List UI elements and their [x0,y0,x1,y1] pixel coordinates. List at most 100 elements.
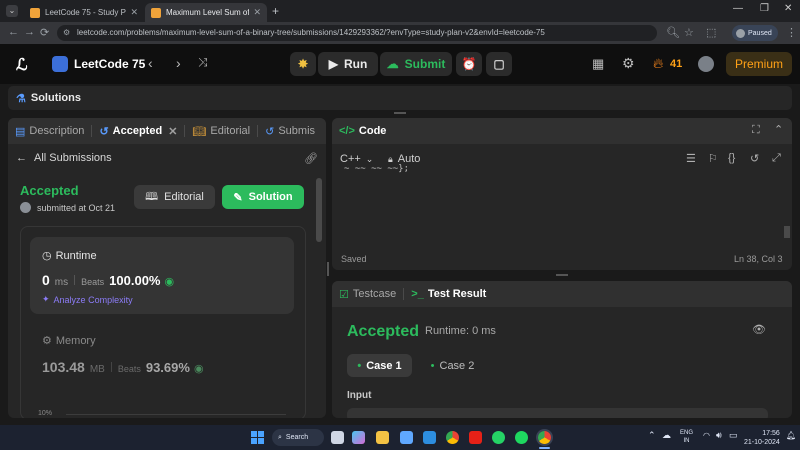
tray-overflow-icon[interactable]: ⌃ [648,430,656,441]
collapse-icon[interactable]: ⌃ [774,123,783,136]
url-field[interactable]: ⚙ leetcode.com/problems/maximum-level-su… [57,25,657,41]
streak-fire-icon[interactable]: 🔥︎ [653,55,663,72]
link-icon[interactable]: 🔗︎ [304,152,318,165]
eye-icon[interactable]: 👁︎ [752,323,766,336]
format-icon[interactable]: ☰ [686,152,696,165]
bookmark-icon[interactable]: ⚐ [708,152,718,165]
solutions-bar[interactable]: ⚗ Solutions [8,86,792,110]
run-button[interactable]: ▶ Run [318,52,378,76]
debug-button[interactable]: ✸ [290,52,316,76]
settings-gear-icon[interactable]: ⚙ [622,55,635,72]
file-explorer-icon[interactable] [376,431,389,444]
close-icon[interactable]: ✕ [130,7,138,18]
editor-scrollbar[interactable] [784,226,790,238]
close-icon[interactable]: ✕ [253,7,261,18]
editorial-button-label: Editorial [164,191,204,203]
horizontal-resize-handle[interactable] [327,262,329,276]
copilot-icon[interactable] [352,431,365,444]
vscode-icon[interactable] [423,431,436,444]
timer-button[interactable]: ⏰ [456,52,482,76]
next-problem-icon[interactable]: › [176,55,181,71]
chrome-active-icon[interactable] [538,431,551,444]
memory-values: 103.48 MB Beats 93.69% ◉ [42,359,204,375]
window-minimize-icon[interactable]: — [733,3,743,14]
notification-bell-icon[interactable]: 🔔︎ [786,431,796,440]
submitted-text: submitted at Oct 21 [37,202,116,213]
study-plan-title[interactable]: LeetCode 75 [74,57,145,71]
analyze-complexity-link[interactable]: ✦ Analyze Complexity [42,294,133,305]
tab-testcase[interactable]: ☑ Testcase [332,281,403,307]
window-close-icon[interactable]: ✕ [784,3,792,14]
premium-button[interactable]: Premium [726,52,792,76]
window-restore-icon[interactable]: ❐ [760,3,769,14]
bookmark-star-icon[interactable]: ☆ [684,26,694,39]
wifi-icon[interactable]: ◠ [703,431,710,440]
scrollbar[interactable] [316,178,322,242]
braces-icon[interactable]: {} [728,152,735,164]
maximize-icon[interactable]: ⛶ [752,124,760,137]
code-editor[interactable]: ~ ~~ ~~ ~~}; [332,164,792,248]
case-2-tab[interactable]: • Case 2 [420,354,485,377]
all-submissions-link[interactable]: ← All Submissions [16,152,112,164]
chart-tick-label: 10% [38,410,53,417]
profile-paused-chip[interactable]: Paused [732,25,778,41]
streak-count[interactable]: 41 [670,58,682,70]
vertical-resize-handle[interactable] [556,274,568,276]
tab-code[interactable]: </> Code [332,118,393,144]
browser-address-bar: ← → ⟳ ⚙ leetcode.com/problems/maximum-le… [0,22,800,44]
edit-icon: ✎ [233,191,243,204]
back-icon[interactable]: ← [8,26,19,38]
language-indicator[interactable]: ENG IN [680,429,693,445]
taskbar-search[interactable]: ⌕ Search [272,429,324,446]
task-view-icon[interactable] [331,431,344,444]
editorial-button[interactable]: 🕮 Editorial [134,185,215,209]
new-tab-button[interactable]: + [272,4,279,18]
browser-tab-title: LeetCode 75 - Study Plan - Leet [45,8,126,17]
notes-button[interactable]: ▢ [486,52,512,76]
extensions-icon[interactable]: ⬚ [706,26,716,39]
browser-tab-problem[interactable]: Maximum Level Sum of a Binary ✕ [145,3,267,22]
clock-time: 17:56 [762,430,780,437]
solution-button[interactable]: ✎ Solution [222,185,304,209]
store-icon[interactable] [400,431,413,444]
reset-icon[interactable]: ↺ [750,152,759,165]
cursor-position: Ln 38, Col 3 [734,254,783,264]
site-info-icon[interactable]: ⚙ [63,25,70,41]
windows-start-icon[interactable] [251,431,264,444]
battery-icon[interactable]: ▭ [729,430,738,441]
layout-grid-icon[interactable]: ▦ [592,56,604,72]
prev-problem-icon[interactable]: ‹ [148,55,153,71]
browser-menu-icon[interactable]: ⋮ [786,26,797,39]
submit-button[interactable]: ☁ Submit [380,52,452,76]
cloud-icon[interactable]: ☁ [662,430,671,441]
vertical-resize-handle[interactable] [394,112,406,114]
leetcode-logo-icon[interactable]: ℒ [16,55,28,75]
tab-submissions[interactable]: ↺ Submis [258,118,322,144]
clock[interactable]: 17:56 21-10-2024 [744,429,780,447]
tab-description[interactable]: ▤ Description [8,118,91,144]
youtube-icon[interactable] [469,431,482,444]
fullscreen-icon[interactable]: ⤢ [772,152,781,165]
runtime-beats-label: Beats [81,277,105,287]
zoom-icon[interactable]: 🔍︎ [666,26,680,39]
case-1-tab[interactable]: • Case 1 [347,354,412,377]
spotify-icon[interactable] [515,431,528,444]
tab-editorial[interactable]: 📖︎ Editorial [185,118,257,144]
whatsapp-icon[interactable] [492,431,505,444]
shuffle-icon[interactable]: ⤨ [198,55,208,70]
browser-tab-study-plan[interactable]: LeetCode 75 - Study Plan - Leet ✕ [24,3,144,22]
tab-accepted[interactable]: ↺ Accepted ✕ [92,118,184,144]
forward-icon[interactable]: → [24,26,35,38]
tab-test-result[interactable]: >_ Test Result [404,281,493,307]
memory-card[interactable]: ⚙ Memory 103.48 MB Beats 93.69% ◉ [30,324,294,388]
language-bottom: IN [683,438,690,444]
terminal-icon: >_ [411,288,424,300]
reload-icon[interactable]: ⟳ [40,26,49,39]
user-avatar[interactable] [698,56,714,72]
runtime-card[interactable]: ◷ Runtime 0 ms Beats 100.00% ◉ ✦ Analyze… [30,237,294,314]
volume-icon[interactable]: 🔊︎ [716,430,722,441]
tab-search-icon[interactable]: ⌄ [6,5,18,17]
beats-emoji-icon: ◉ [164,276,175,288]
close-icon[interactable]: ✕ [168,125,177,138]
chrome-icon[interactable] [446,431,459,444]
